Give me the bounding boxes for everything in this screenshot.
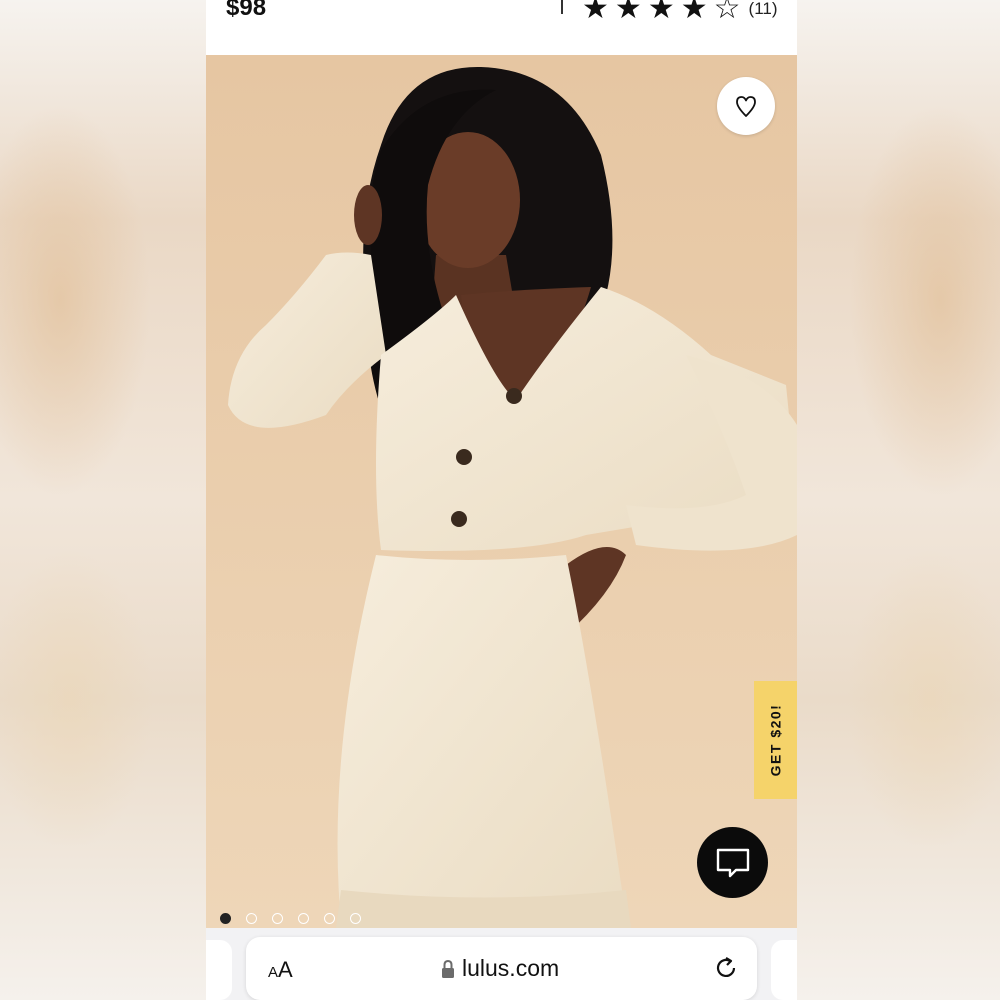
carousel-dot[interactable] [350, 913, 361, 924]
product-image[interactable]: GET $20! [206, 55, 797, 928]
carousel-dot[interactable] [272, 913, 283, 924]
reload-button[interactable] [713, 955, 739, 986]
next-tab-card[interactable] [771, 940, 797, 1000]
reload-icon [716, 957, 736, 977]
star-filled-icon: ★ [680, 0, 708, 25]
review-count[interactable]: (11) [749, 0, 778, 19]
address-bar[interactable]: AA lulus.com [246, 937, 757, 1000]
star-filled-icon: ★ [647, 0, 675, 25]
header-divider [561, 0, 563, 14]
product-header: $98 ★ ★ ★ ★ ☆ (11) [206, 0, 797, 55]
rating-stars[interactable]: ★ ★ ★ ★ ☆ (11) [582, 0, 778, 24]
carousel-dots[interactable] [220, 913, 361, 924]
carousel-dot[interactable] [246, 913, 257, 924]
chat-bubble-icon [716, 848, 749, 877]
text-size-button[interactable]: AA [268, 957, 293, 983]
heart-outline-icon [736, 96, 756, 117]
url-display[interactable]: lulus.com [440, 955, 559, 982]
favorite-button[interactable] [717, 77, 775, 135]
url-text: lulus.com [462, 955, 560, 981]
model-photo [206, 55, 797, 928]
carousel-dot[interactable] [298, 913, 309, 924]
previous-tab-card[interactable] [206, 940, 232, 1000]
star-empty-icon: ☆ [713, 0, 741, 25]
product-price: $98 [226, 0, 267, 21]
carousel-dot[interactable] [220, 913, 231, 924]
promo-tab[interactable]: GET $20! [754, 681, 797, 799]
promo-tab-label: GET $20! [767, 703, 784, 777]
chat-button[interactable] [697, 827, 768, 898]
star-filled-icon: ★ [614, 0, 642, 25]
browser-toolbar: AA lulus.com [206, 928, 797, 1000]
lock-icon [442, 959, 454, 978]
star-filled-icon: ★ [582, 0, 609, 25]
carousel-dot[interactable] [324, 913, 335, 924]
mobile-screen: $98 ★ ★ ★ ★ ☆ (11) GET $20! AA lulus.com [206, 0, 797, 1000]
